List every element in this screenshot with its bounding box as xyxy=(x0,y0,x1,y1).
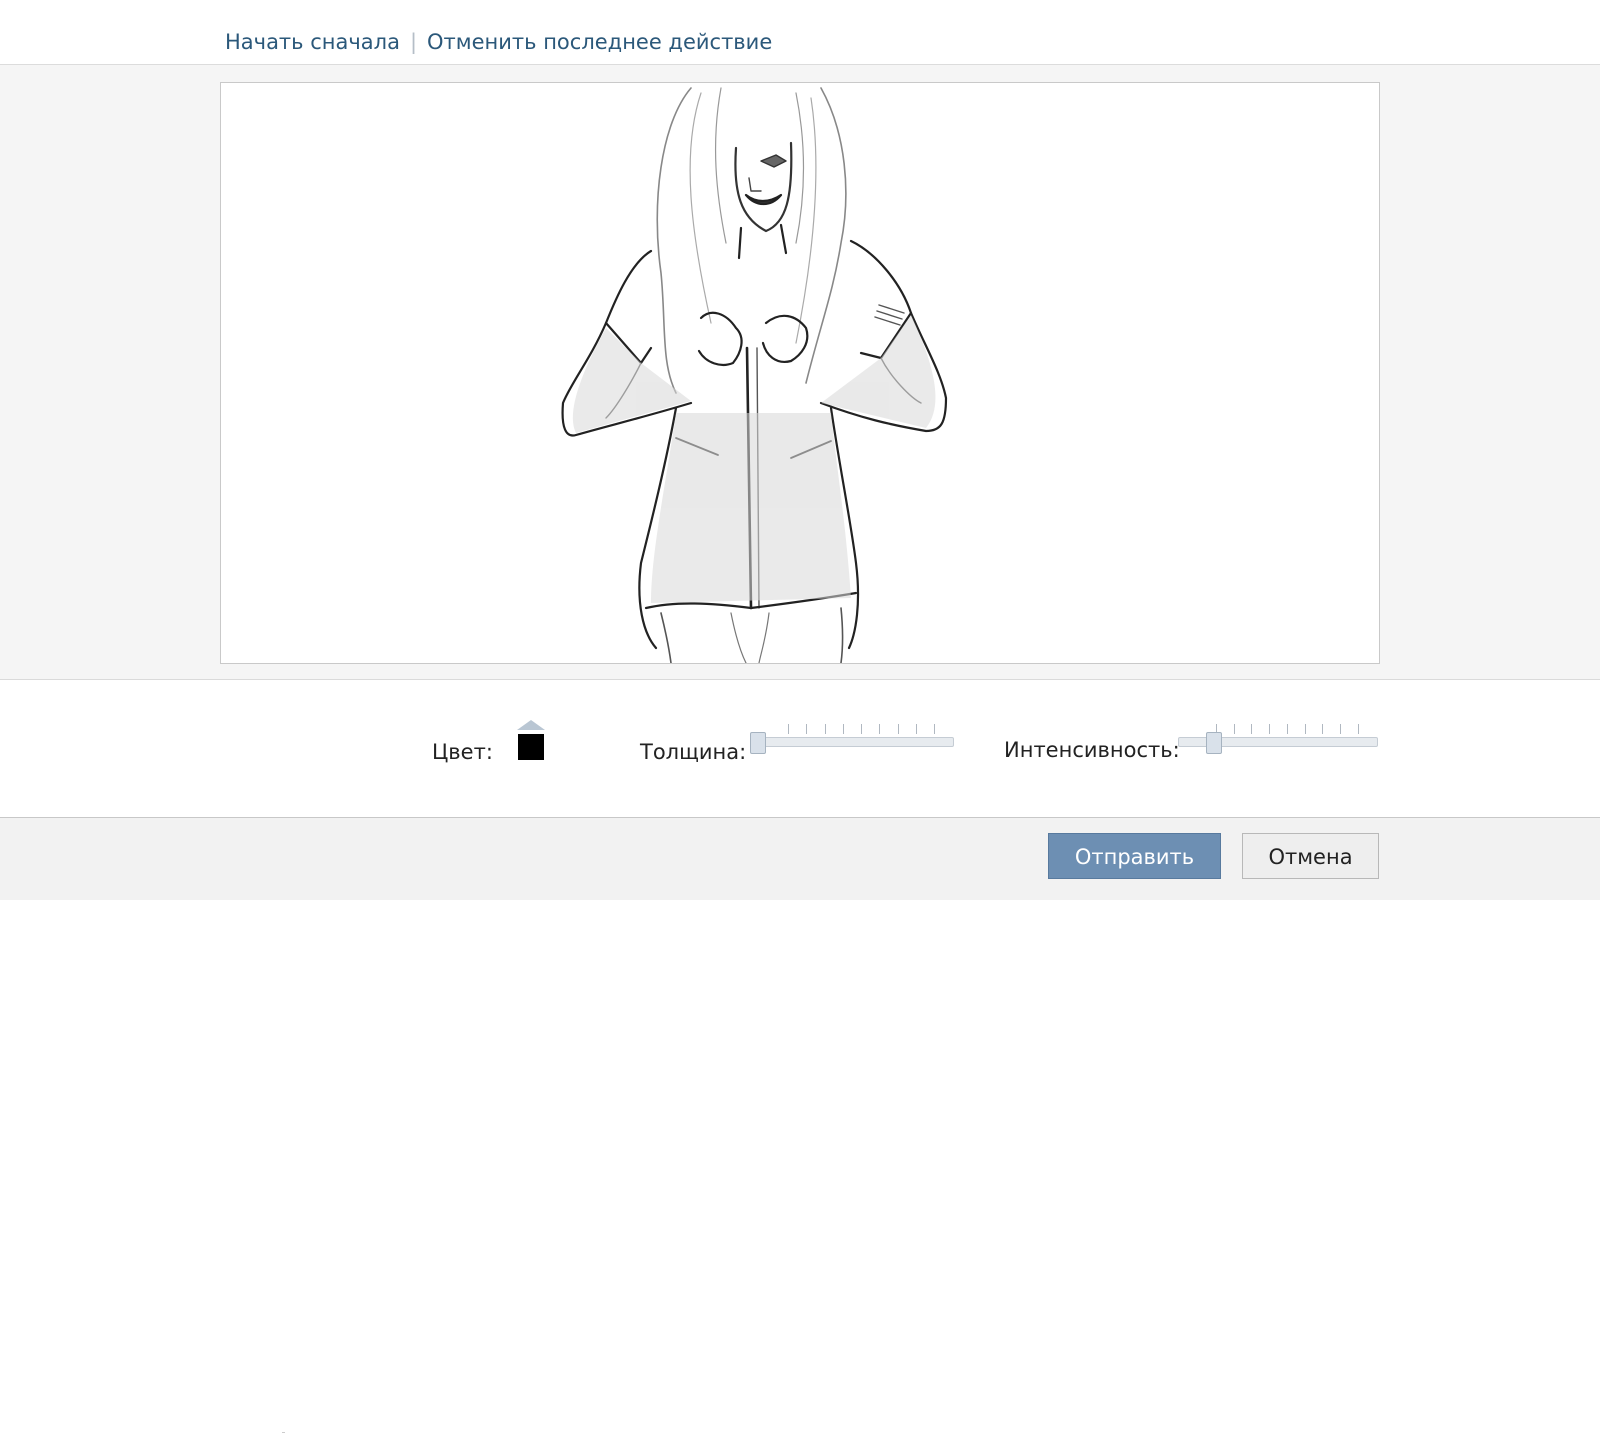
thickness-label: Толщина: xyxy=(640,740,747,764)
restart-link[interactable]: Начать сначала xyxy=(225,30,400,54)
slider-tick xyxy=(1251,724,1253,734)
slider-tick xyxy=(897,724,899,734)
slider-tick xyxy=(1322,724,1324,734)
slider-tick xyxy=(1286,724,1288,734)
top-bar: Начать сначала | Отменить последнее действ… xyxy=(0,0,1600,65)
slider-tick xyxy=(934,724,935,734)
slider-tick xyxy=(1233,724,1235,734)
undo-link[interactable]: Отменить последнее действие xyxy=(427,30,772,54)
cancel-button[interactable]: Отмена xyxy=(1242,833,1379,879)
slider-tick xyxy=(1358,724,1359,734)
brush-toolbar: Цвет: Толщина: Интенсивность: xyxy=(0,680,1600,1433)
slider-tick xyxy=(1340,724,1342,734)
intensity-slider[interactable] xyxy=(1178,710,1378,754)
thickness-slider[interactable] xyxy=(750,710,954,754)
drawing-canvas[interactable] xyxy=(220,82,1380,664)
slider-tick xyxy=(806,724,808,734)
color-picker[interactable] xyxy=(514,720,548,764)
slider-tick xyxy=(824,724,826,734)
link-separator: | xyxy=(409,30,418,54)
color-picker-arrow-icon xyxy=(517,720,545,730)
slider-tick xyxy=(1304,724,1306,734)
slider-tick xyxy=(1269,724,1271,734)
toolbar-links: Начать сначала | Отменить последнее действ… xyxy=(225,30,772,54)
intensity-label: Интенсивность: xyxy=(1004,738,1180,762)
thickness-track xyxy=(750,737,954,747)
slider-tick xyxy=(861,724,863,734)
drawing-area xyxy=(0,65,1600,680)
sketch-drawing xyxy=(561,87,948,663)
color-label: Цвет: xyxy=(432,740,493,764)
color-swatch xyxy=(518,734,544,760)
thickness-thumb[interactable] xyxy=(750,732,766,754)
send-button[interactable]: Отправить xyxy=(1048,833,1221,879)
intensity-thumb[interactable] xyxy=(1206,732,1222,754)
slider-tick xyxy=(915,724,917,734)
slider-tick xyxy=(788,724,790,734)
slider-tick xyxy=(842,724,844,734)
dialog-footer: Отправить Отмена xyxy=(0,818,1600,900)
slider-tick xyxy=(879,724,881,734)
